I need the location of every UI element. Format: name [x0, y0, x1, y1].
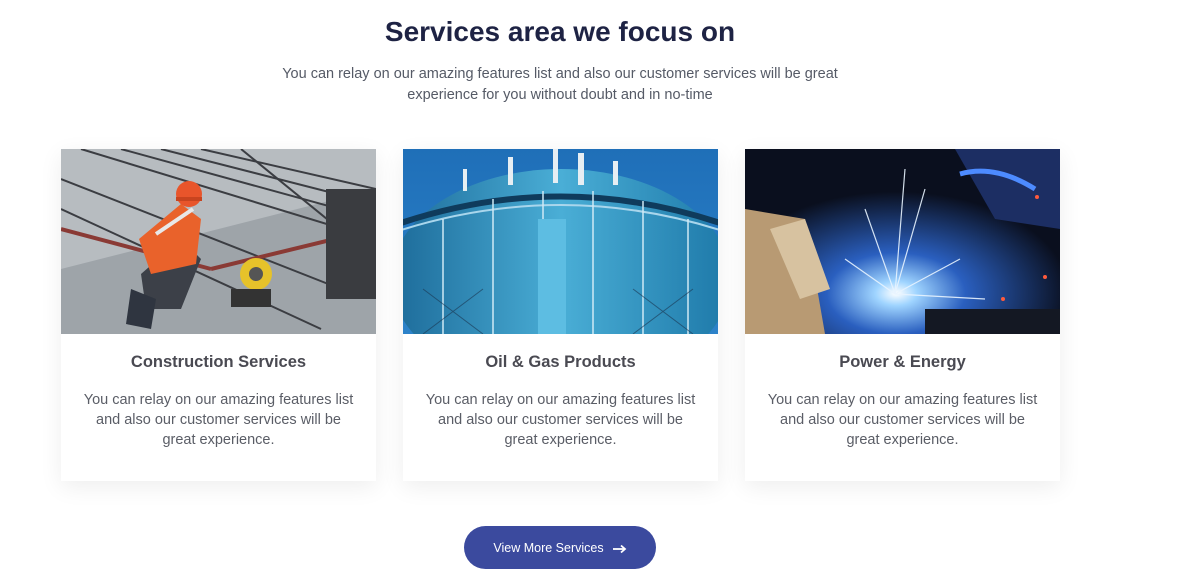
long-arrow-right-icon [612, 543, 627, 553]
service-cards: Construction Services You can relay on o… [61, 149, 1060, 481]
subtitle-line-1: You can relay on our amazing features li… [282, 66, 838, 82]
service-title: Oil & Gas Products [485, 353, 636, 371]
service-title: Power & Energy [839, 353, 966, 371]
section-title: Services area we focus on [384, 16, 736, 47]
view-more-services-label: View More Services [493, 540, 604, 555]
service-card-power-energy[interactable]: Power & Energy You can relay on our amaz… [745, 149, 1060, 481]
welding-sparks-photo [745, 149, 1060, 334]
subtitle-line-2: experience for you without doubt and in … [407, 87, 713, 103]
service-card-oil-gas[interactable]: Oil & Gas Products You can relay on our … [403, 149, 718, 481]
service-description: You can relay on our amazing features li… [767, 392, 1038, 448]
service-description: You can relay on our amazing features li… [83, 392, 354, 448]
section-subtitle: You can relay on our amazing features li… [280, 64, 840, 106]
view-more-services-button[interactable]: View More Services [464, 526, 656, 569]
service-card-construction[interactable]: Construction Services You can relay on o… [61, 149, 376, 481]
service-title: Construction Services [130, 353, 307, 371]
construction-worker-photo [61, 149, 376, 334]
service-description: You can relay on our amazing features li… [425, 392, 696, 448]
gas-storage-tank-photo [403, 149, 718, 334]
